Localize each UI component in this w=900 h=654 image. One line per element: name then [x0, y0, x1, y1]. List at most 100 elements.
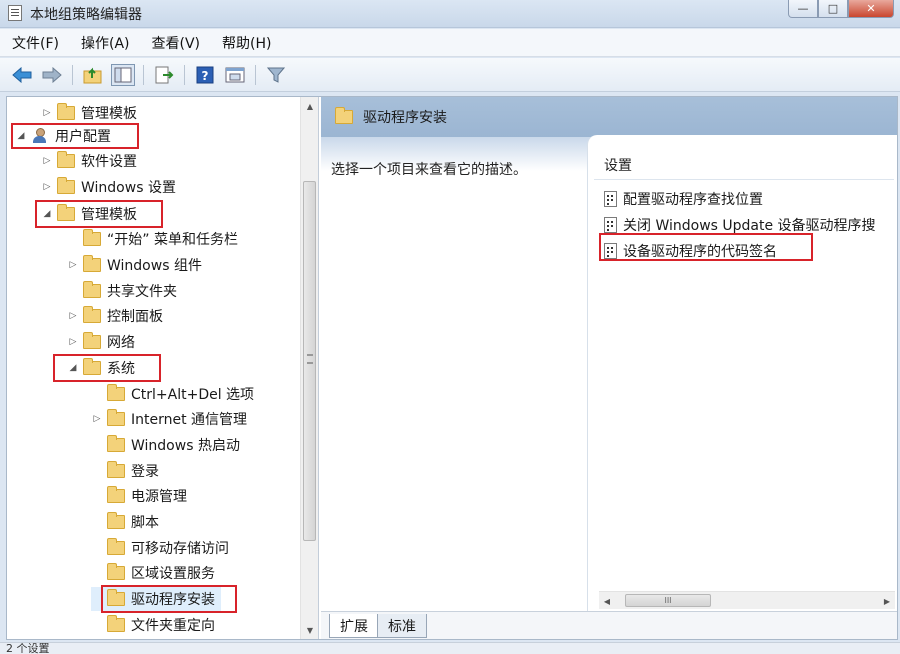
folder-icon: [107, 409, 125, 426]
tree-item-logon[interactable]: 登录: [91, 459, 159, 483]
folder-icon: [83, 332, 101, 349]
details-title: 驱动程序安装: [363, 110, 447, 126]
toolbar-separator: [255, 64, 256, 85]
scroll-down-icon[interactable]: ▼: [301, 621, 318, 639]
folder-icon: [107, 563, 125, 580]
menu-file[interactable]: 文件(F): [12, 33, 59, 53]
tree-vertical-scrollbar[interactable]: ▲ ▼: [300, 97, 318, 639]
tree-item-power-management[interactable]: 电源管理: [91, 484, 187, 508]
minimize-button[interactable]: —: [788, 0, 818, 18]
tree-item-label: 管理模板: [81, 106, 137, 122]
svg-text:?: ?: [202, 69, 209, 83]
folder-icon: [107, 435, 125, 452]
status-bar: 2 个设置: [0, 642, 900, 654]
tree-item-internet-comm[interactable]: ▷ Internet 通信管理: [91, 407, 247, 431]
menu-view[interactable]: 查看(V): [152, 33, 201, 53]
tree-item-label: “开始” 菜单和任务栏: [107, 232, 238, 248]
tree-item-software-settings[interactable]: ▷ 软件设置: [41, 149, 137, 173]
tree-item-label: 电源管理: [131, 489, 187, 505]
tree-item-label: Windows 组件: [107, 258, 202, 274]
tree-item-label: 控制面板: [107, 309, 163, 325]
forward-arrow-icon[interactable]: [40, 64, 64, 86]
tree-item-control-panel[interactable]: ▷ 控制面板: [67, 304, 163, 328]
settings-list-panel: 设置 配置驱动程序查找位置 关闭 Windows Update 设备驱动程序搜 …: [587, 135, 897, 635]
folder-icon: [107, 461, 125, 478]
folder-icon: [107, 384, 125, 401]
description-text: 选择一个项目来查看它的描述。: [331, 162, 527, 178]
highlight-box-admin-templates: [35, 200, 163, 228]
view-tabs: 扩展 标准: [321, 611, 897, 639]
folder-icon: [83, 255, 101, 272]
tree-item-label: Windows 设置: [81, 180, 176, 196]
settings-horizontal-scrollbar[interactable]: ◀ III ▶: [599, 591, 895, 609]
tree-item-admin-templates-computer[interactable]: ▷ 管理模板: [41, 101, 137, 125]
expand-arrow-icon[interactable]: ▷: [91, 414, 103, 424]
tab-extended[interactable]: 扩展: [329, 614, 379, 638]
export-list-icon[interactable]: [152, 64, 176, 86]
tree-item-network[interactable]: ▷ 网络: [67, 330, 135, 354]
help-icon[interactable]: ?: [193, 64, 217, 86]
tree-item-windows-components[interactable]: ▷ Windows 组件: [67, 253, 202, 277]
folder-icon: [335, 107, 353, 124]
back-arrow-icon[interactable]: [10, 64, 34, 86]
toolbar-separator: [184, 64, 185, 85]
tree-item-shared-folders[interactable]: 共享文件夹: [67, 279, 177, 303]
tree-item-label: 登录: [131, 464, 159, 480]
tree-item-windows-settings[interactable]: ▷ Windows 设置: [41, 175, 176, 199]
expand-arrow-icon[interactable]: ▷: [67, 311, 79, 321]
properties-icon[interactable]: [223, 64, 247, 86]
folder-icon: [107, 486, 125, 503]
tree-item-label: Internet 通信管理: [131, 412, 248, 428]
tree-item-label: 共享文件夹: [107, 284, 177, 300]
tree-item-label: 文件夹重定向: [131, 618, 215, 634]
menu-bar: 文件(F) 操作(A) 查看(V) 帮助(H): [0, 29, 900, 57]
setting-label: 配置驱动程序查找位置: [623, 192, 763, 208]
scrollbar-thumb[interactable]: [303, 181, 316, 541]
console-tree-pane: ▷ 管理模板 ◢ 用户配置 ▷ 软件设置 ▷ Windows 设置 ◢ 管理模板…: [7, 97, 319, 639]
tree-item-windows-hotstart[interactable]: Windows 热启动: [91, 433, 240, 457]
folder-icon: [107, 512, 125, 529]
filter-icon[interactable]: [264, 64, 288, 86]
scroll-right-icon[interactable]: ▶: [879, 592, 895, 610]
toolbar-separator: [143, 64, 144, 85]
folder-icon: [83, 306, 101, 323]
tree-item-removable-storage[interactable]: 可移动存储访问: [91, 536, 229, 560]
tree-item-label: 区域设置服务: [131, 566, 215, 582]
expand-arrow-icon[interactable]: ▷: [67, 337, 79, 347]
expand-arrow-icon[interactable]: ▷: [41, 156, 53, 166]
console-tree: ▷ 管理模板 ◢ 用户配置 ▷ 软件设置 ▷ Windows 设置 ◢ 管理模板…: [7, 97, 299, 639]
scrollbar-thumb[interactable]: III: [625, 594, 711, 607]
tree-item-folder-redirection[interactable]: 文件夹重定向: [91, 613, 215, 637]
menu-action[interactable]: 操作(A): [81, 33, 130, 53]
folder-icon: [57, 103, 75, 120]
tree-item-ctrl-alt-del[interactable]: Ctrl+Alt+Del 选项: [91, 382, 254, 406]
setting-item[interactable]: 配置驱动程序查找位置: [604, 187, 763, 211]
tab-standard[interactable]: 标准: [377, 614, 427, 638]
folder-icon: [107, 538, 125, 555]
menu-help[interactable]: 帮助(H): [222, 33, 271, 53]
highlight-box-driver-installation: [101, 585, 237, 613]
expand-arrow-icon[interactable]: ▷: [41, 108, 53, 118]
window-controls: — □ ✕: [788, 0, 894, 20]
folder-icon: [57, 151, 75, 168]
tree-item-start-menu-taskbar[interactable]: “开始” 菜单和任务栏: [67, 227, 238, 251]
show-hide-tree-icon[interactable]: [111, 63, 135, 86]
toolbar: ?: [0, 58, 900, 92]
close-button[interactable]: ✕: [848, 0, 894, 18]
highlight-box-user-config: [11, 123, 139, 149]
maximize-button[interactable]: □: [818, 0, 848, 18]
highlight-box-code-signing: [599, 233, 813, 261]
tree-item-label: 软件设置: [81, 154, 137, 170]
tree-item-locale-services[interactable]: 区域设置服务: [91, 561, 215, 585]
scroll-left-icon[interactable]: ◀: [599, 592, 615, 610]
expand-arrow-icon[interactable]: ▷: [41, 182, 53, 192]
settings-column-header[interactable]: 设置: [604, 155, 632, 175]
expand-arrow-icon[interactable]: ▷: [67, 260, 79, 270]
folder-icon: [107, 615, 125, 632]
divider: [594, 179, 894, 180]
folder-icon: [57, 177, 75, 194]
tree-item-label: Windows 热启动: [131, 438, 240, 454]
up-folder-icon[interactable]: [81, 64, 105, 86]
tree-item-scripts[interactable]: 脚本: [91, 510, 159, 534]
scroll-up-icon[interactable]: ▲: [301, 97, 318, 115]
